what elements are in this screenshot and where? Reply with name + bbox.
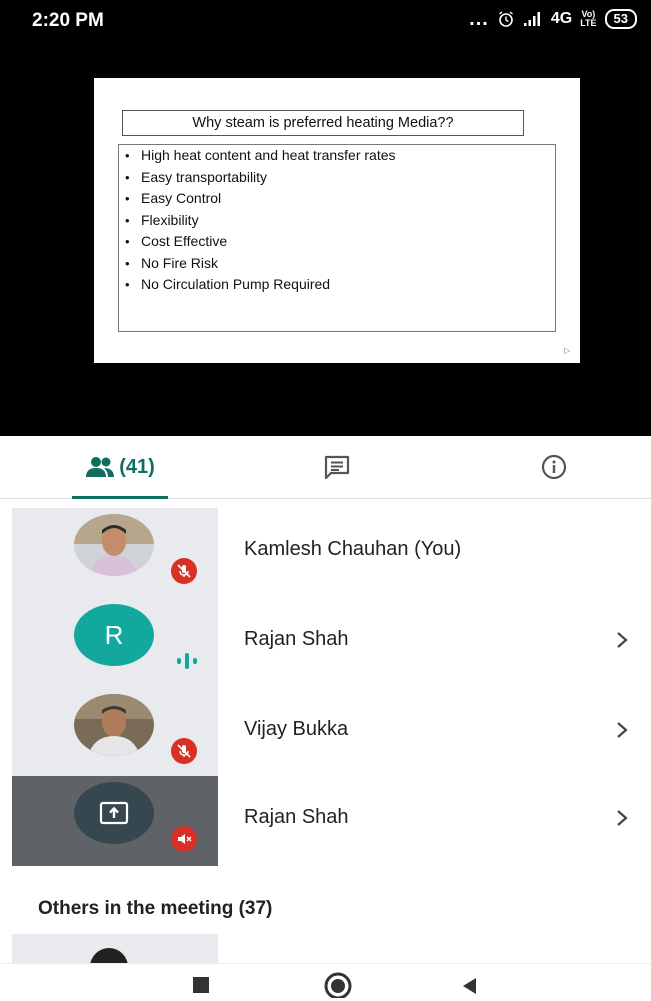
home-circle-icon[interactable] (322, 970, 354, 998)
participant-name: Kamlesh Chauhan (You) (244, 538, 462, 560)
active-tab-indicator (72, 496, 168, 499)
mic-muted-icon (171, 558, 197, 584)
others-heading: Others in the meeting (37) (38, 898, 273, 919)
overflow-dots: ... (469, 8, 489, 30)
status-icons: ... 4G Vo) LTE 53 (469, 9, 637, 29)
slide-bullet: High heat content and heat transfer rate… (125, 145, 555, 167)
people-icon (86, 457, 115, 477)
slide-bullet: Easy Control (125, 188, 555, 210)
android-nav-bar (0, 963, 651, 1001)
chevron-right-icon[interactable] (615, 630, 629, 650)
chat-icon (324, 455, 350, 480)
people-count: (41) (119, 455, 155, 478)
cursor-icon: ▷ (564, 346, 571, 355)
avatar-column (12, 688, 218, 778)
volte-label: Vo) LTE (580, 9, 597, 28)
info-icon (541, 454, 567, 480)
avatar-letter: R (104, 619, 124, 650)
chevron-right-icon[interactable] (615, 808, 629, 828)
avatar (74, 782, 154, 844)
signal-icon (523, 12, 540, 26)
avatar: R (74, 604, 154, 666)
tab-people[interactable]: (41) (72, 436, 168, 498)
slide-bullet: Easy transportability (125, 167, 555, 189)
slide-bullet: No Circulation Pump Required (125, 274, 555, 296)
alarm-icon (498, 11, 513, 27)
slide-title: Why steam is preferred heating Media?? (122, 110, 524, 136)
avatar (74, 514, 154, 576)
avatar-column (12, 776, 218, 866)
participant-row[interactable]: R Rajan Shah (12, 598, 651, 688)
slide-bullet: Flexibility (125, 210, 555, 232)
status-time: 2:20 PM (32, 10, 104, 31)
avatar-column: R (12, 598, 218, 688)
tab-info[interactable] (532, 436, 576, 498)
volume-muted-icon (171, 826, 197, 852)
network-type: 4G (550, 10, 573, 27)
status-bar: 2:20 PM ... 4G Vo) LTE 53 (0, 0, 651, 44)
video-area: 2:20 PM ... 4G Vo) LTE 53 Why steam is p… (0, 0, 651, 436)
slide-bullet: No Fire Risk (125, 253, 555, 275)
participant-row[interactable]: Vijay Bukka (12, 688, 651, 778)
partial-participant-row[interactable] (12, 934, 218, 964)
avatar (74, 694, 154, 756)
back-triangle-icon[interactable] (458, 970, 480, 998)
presentation-slide: Why steam is preferred heating Media?? H… (94, 78, 580, 363)
avatar (90, 948, 128, 964)
slide-content-box: High heat content and heat transfer rate… (118, 144, 556, 332)
participant-row[interactable]: Kamlesh Chauhan (You) (12, 508, 651, 598)
participant-name: Vijay Bukka (244, 718, 349, 740)
recents-square-icon[interactable] (190, 970, 212, 994)
battery-indicator: 53 (604, 9, 637, 29)
slide-bullet: Cost Effective (125, 231, 555, 253)
tab-chat[interactable] (315, 436, 359, 498)
slide-bullets: High heat content and heat transfer rate… (119, 145, 555, 296)
participant-row[interactable]: Rajan Shah (12, 776, 651, 866)
chevron-right-icon[interactable] (615, 720, 629, 740)
mic-muted-icon (171, 738, 197, 764)
speaking-indicator-icon (174, 648, 200, 674)
meeting-tabs: (41) (0, 436, 651, 499)
present-screen-icon (99, 801, 129, 825)
participant-name: Rajan Shah (244, 806, 349, 828)
participant-name: Rajan Shah (244, 628, 349, 650)
avatar-column (12, 508, 218, 598)
